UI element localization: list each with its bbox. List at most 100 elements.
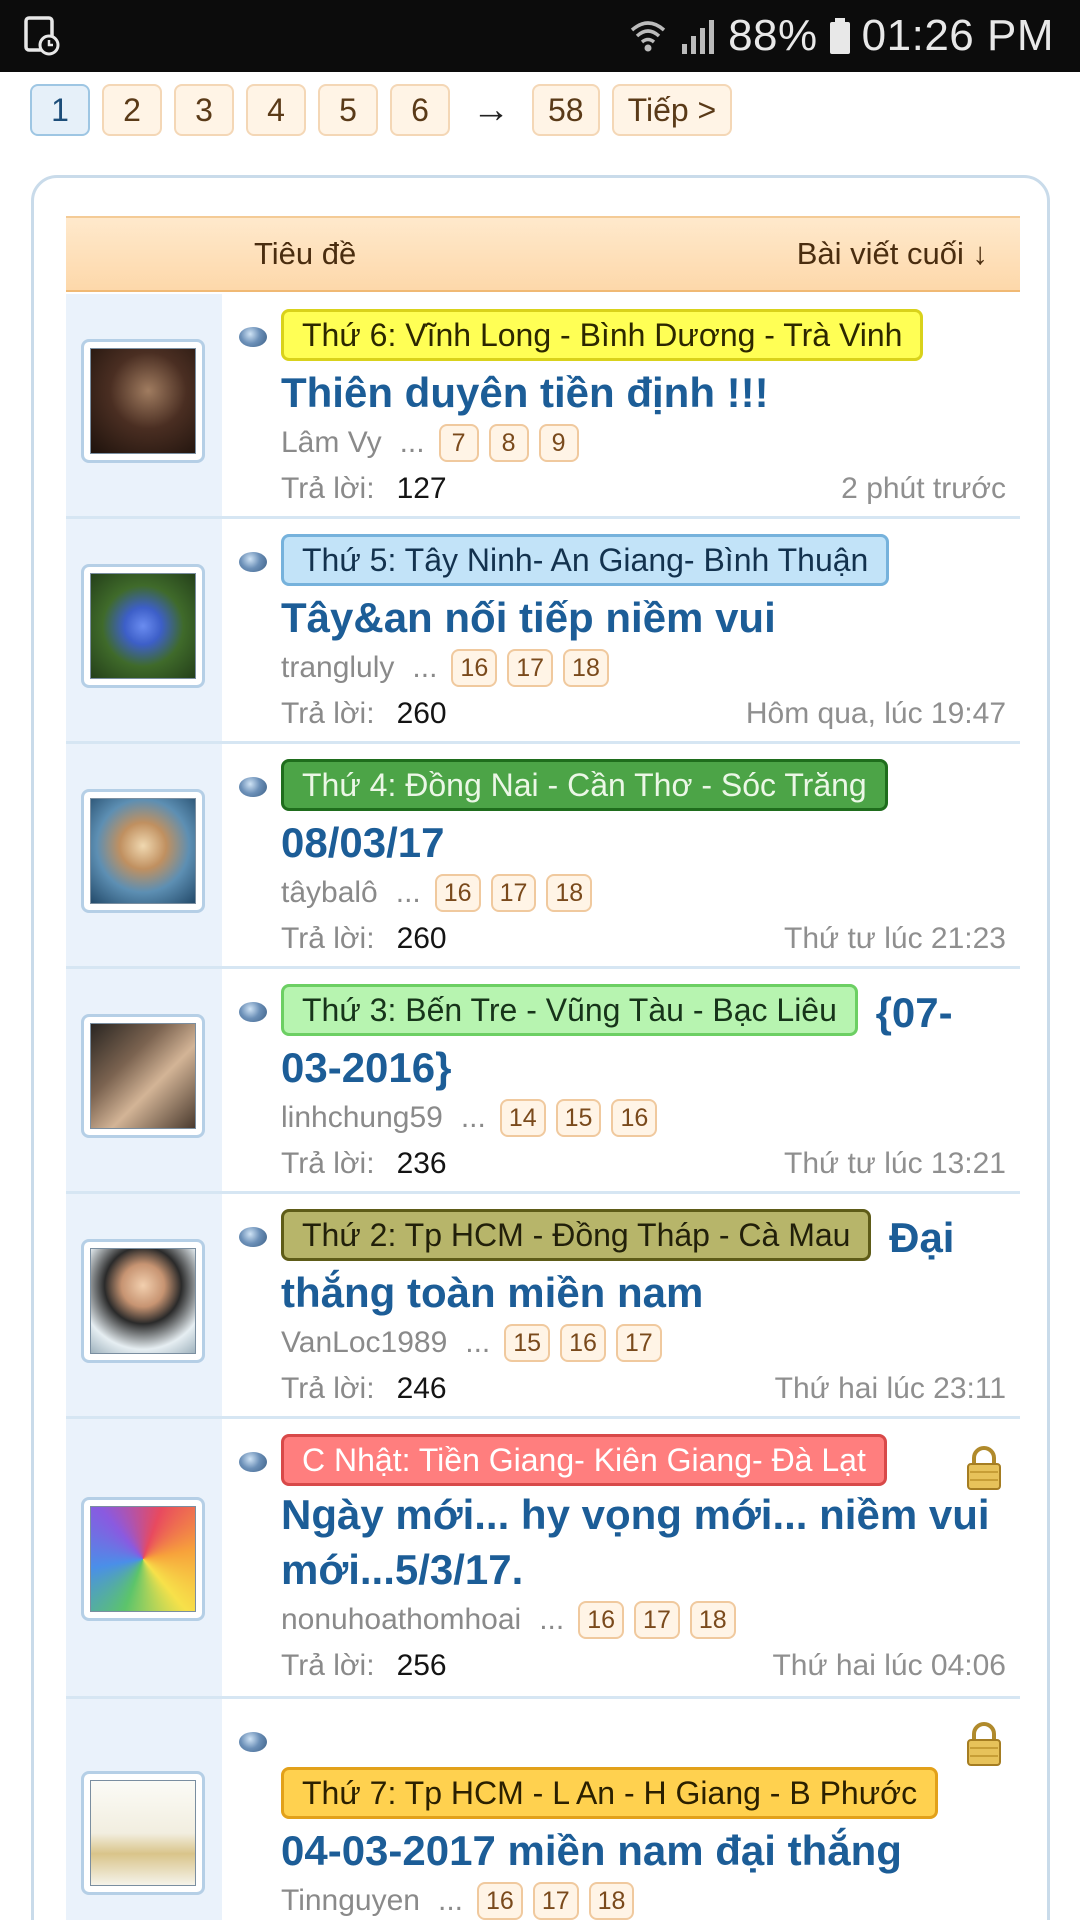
- thread-author[interactable]: Lâm Vy: [281, 420, 382, 466]
- page-link-1[interactable]: 1: [30, 84, 90, 136]
- avatar[interactable]: [81, 789, 205, 913]
- reply-label: Trả lời:: [281, 1649, 375, 1682]
- thread-author[interactable]: linhchung59: [281, 1095, 443, 1141]
- thread-prefix[interactable]: Thứ 3: Bến Tre - Vũng Tàu - Bạc Liêu: [281, 984, 858, 1036]
- battery-icon: [829, 18, 850, 54]
- thread-author[interactable]: tâybalô: [281, 870, 378, 916]
- page-jump-arrow: →: [472, 88, 510, 131]
- thread-page-link[interactable]: 16: [477, 1882, 523, 1920]
- thread-row[interactable]: C Nhật: Tiền Giang- Kiên Giang- Đà Lạt N…: [66, 1419, 1020, 1699]
- avatar[interactable]: [81, 1771, 205, 1895]
- thread-prefix[interactable]: C Nhật: Tiền Giang- Kiên Giang- Đà Lạt: [281, 1434, 887, 1486]
- thread-author[interactable]: Tinnguyen: [281, 1878, 420, 1920]
- reply-label: Trả lời:: [281, 1372, 375, 1405]
- page-link-5[interactable]: 5: [318, 84, 378, 136]
- thread-prefix[interactable]: Thứ 6: Vĩnh Long - Bình Dương - Trà Vinh: [281, 309, 924, 361]
- reply-count: 260: [396, 922, 447, 955]
- thread-page-link[interactable]: 15: [504, 1324, 551, 1362]
- page-link-6[interactable]: 6: [390, 84, 450, 136]
- thread-prefix[interactable]: Thứ 5: Tây Ninh- An Giang- Bình Thuận: [281, 534, 890, 586]
- thread-page-link[interactable]: 18: [588, 1882, 635, 1920]
- thread-status-icon: [239, 1732, 267, 1752]
- thread-status-icon: [239, 327, 267, 347]
- reply-count: 246: [396, 1372, 447, 1405]
- last-post-time[interactable]: 2 phút trước: [841, 466, 1006, 512]
- thread-page-link[interactable]: 17: [490, 874, 537, 912]
- thread-row[interactable]: Thứ 2: Tp HCM - Đồng Tháp - Cà Mau Đại t…: [66, 1194, 1020, 1419]
- thread-page-link[interactable]: 7: [438, 424, 479, 462]
- thread-page-link[interactable]: 18: [689, 1601, 736, 1639]
- next-page-button[interactable]: Tiếp >: [611, 84, 733, 136]
- last-post-time[interactable]: Thứ tư lúc 21:23: [784, 916, 1006, 962]
- thread-status-icon: [239, 1002, 267, 1022]
- avatar[interactable]: [81, 1239, 205, 1363]
- thread-list-header: Tiêu đề Bài viết cuối ↓: [66, 216, 1020, 292]
- thread-page-link[interactable]: 16: [578, 1601, 625, 1639]
- avatar[interactable]: [81, 1497, 205, 1621]
- page-link-4[interactable]: 4: [246, 84, 306, 136]
- thread-title[interactable]: 08/03/17: [281, 819, 445, 866]
- thread-page-link[interactable]: 15: [555, 1099, 602, 1137]
- reply-label: Trả lời:: [281, 697, 375, 730]
- thread-page-link[interactable]: 8: [488, 424, 529, 462]
- page-link-last[interactable]: 58: [532, 84, 600, 136]
- thread-title[interactable]: Thiên duyên tiền định !!!: [281, 369, 769, 416]
- thread-prefix[interactable]: Thứ 2: Tp HCM - Đồng Tháp - Cà Mau: [281, 1209, 872, 1261]
- page-link-3[interactable]: 3: [174, 84, 234, 136]
- thread-page-link[interactable]: 17: [634, 1601, 680, 1639]
- thread-author[interactable]: nonuhoathomhoai: [281, 1597, 521, 1643]
- avatar[interactable]: [81, 339, 205, 463]
- thread-prefix[interactable]: Thứ 4: Đồng Nai - Cần Thơ - Sóc Trăng: [281, 759, 888, 811]
- thread-status-icon: [239, 777, 267, 797]
- pagination: 1 2 3 4 5 6 → 58 Tiếp >: [30, 83, 744, 137]
- thread-page-link[interactable]: 16: [434, 874, 481, 912]
- reply-count: 260: [396, 697, 447, 730]
- last-post-time[interactable]: Hôm qua, lúc 19:47: [746, 691, 1006, 737]
- reply-count: 256: [396, 1649, 447, 1682]
- page-link-2[interactable]: 2: [102, 84, 162, 136]
- avatar[interactable]: [81, 564, 205, 688]
- thread-list-panel: Tiêu đề Bài viết cuối ↓ Thứ 6: Vĩnh Long…: [31, 175, 1050, 1920]
- thread-author[interactable]: VanLoc1989: [281, 1320, 447, 1366]
- thread-status-icon: [239, 1227, 267, 1247]
- thread-row[interactable]: Thứ 6: Vĩnh Long - Bình Dương - Trà Vinh…: [66, 294, 1020, 519]
- thread-status-icon: [239, 552, 267, 572]
- lock-icon: [967, 1446, 1001, 1490]
- column-last-post-header[interactable]: Bài viết cuối ↓: [797, 236, 988, 272]
- last-post-time[interactable]: Thứ hai lúc 23:11: [775, 1366, 1006, 1412]
- thread-page-link[interactable]: 17: [615, 1324, 662, 1362]
- reply-label: Trả lời:: [281, 1147, 375, 1180]
- thread-row[interactable]: Thứ 7: Tp HCM - L An - H Giang - B Phước…: [66, 1699, 1020, 1920]
- thread-page-link[interactable]: 16: [451, 649, 498, 687]
- reply-label: Trả lời:: [281, 922, 375, 955]
- thread-page-link[interactable]: 18: [546, 874, 593, 912]
- lock-icon: [967, 1722, 1001, 1766]
- signal-icon: [682, 20, 715, 54]
- thread-row[interactable]: Thứ 5: Tây Ninh- An Giang- Bình Thuận Tâ…: [66, 519, 1020, 744]
- thread-list: Thứ 6: Vĩnh Long - Bình Dương - Trà Vinh…: [66, 294, 1020, 1920]
- last-post-time[interactable]: Thứ tư lúc 13:21: [784, 1141, 1006, 1187]
- thread-page-link[interactable]: 17: [532, 1882, 579, 1920]
- column-title-header[interactable]: Tiêu đề: [254, 236, 356, 272]
- thread-page-link[interactable]: 17: [507, 649, 554, 687]
- thread-author[interactable]: trangluly: [281, 645, 394, 691]
- reply-label: Trả lời:: [281, 472, 375, 505]
- thread-page-link[interactable]: 9: [538, 424, 579, 462]
- thread-row[interactable]: Thứ 4: Đồng Nai - Cần Thơ - Sóc Trăng 08…: [66, 744, 1020, 969]
- clock: 01:26 PM: [861, 11, 1054, 60]
- reply-count: 236: [396, 1147, 447, 1180]
- battery-percent: 88%: [728, 11, 818, 60]
- last-post-time[interactable]: Thứ hai lúc 04:06: [772, 1643, 1006, 1689]
- thread-page-link[interactable]: 16: [611, 1099, 658, 1137]
- avatar[interactable]: [81, 1014, 205, 1138]
- thread-page-link[interactable]: 16: [560, 1324, 606, 1362]
- reply-count: 127: [396, 472, 447, 505]
- thread-row[interactable]: Thứ 3: Bến Tre - Vũng Tàu - Bạc Liêu {07…: [66, 969, 1020, 1194]
- thread-title[interactable]: Tây&an nối tiếp niềm vui: [281, 594, 776, 641]
- thread-title[interactable]: Ngày mới... hy vọng mới... niềm vui mới.…: [281, 1491, 990, 1593]
- thread-title[interactable]: 04-03-2017 miền nam đại thắng: [281, 1827, 902, 1874]
- thread-page-link[interactable]: 18: [563, 649, 609, 687]
- thread-status-icon: [239, 1452, 267, 1472]
- thread-page-link[interactable]: 14: [499, 1099, 546, 1137]
- thread-prefix[interactable]: Thứ 7: Tp HCM - L An - H Giang - B Phước: [281, 1767, 939, 1819]
